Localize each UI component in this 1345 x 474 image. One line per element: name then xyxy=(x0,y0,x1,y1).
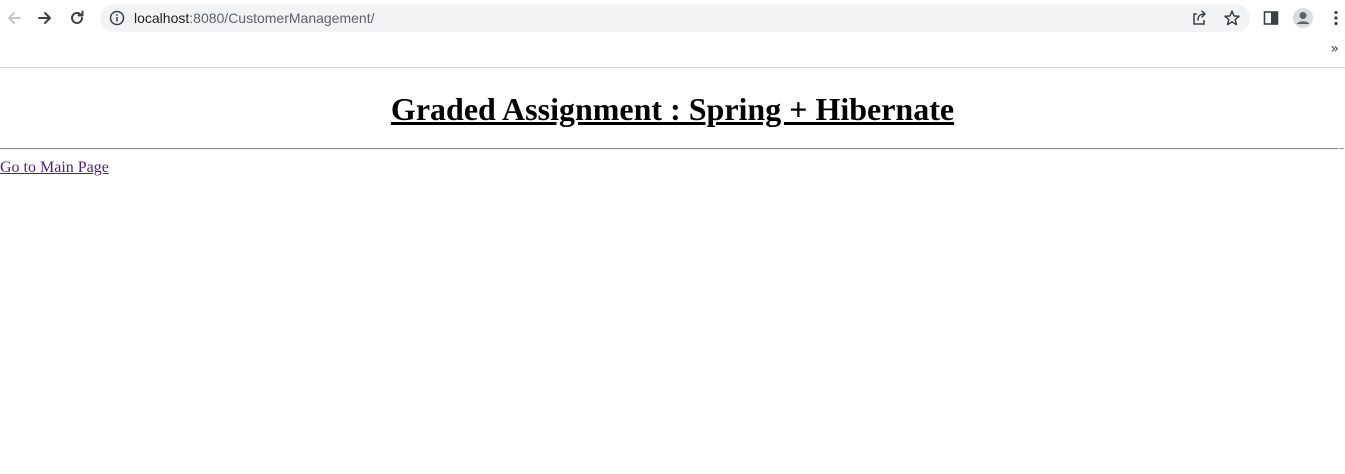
side-panel-button[interactable] xyxy=(1258,5,1284,31)
reload-button[interactable] xyxy=(64,5,90,31)
arrow-right-icon xyxy=(38,12,51,24)
page-title: Graded Assignment : Spring + Hibernate xyxy=(390,91,955,127)
url-host: localhost xyxy=(134,10,190,26)
url-path: :8080/CustomerManagement/ xyxy=(189,10,375,26)
menu-button[interactable] xyxy=(1323,5,1345,31)
bookmarks-bar: » xyxy=(0,36,1345,68)
star-icon xyxy=(1224,10,1240,26)
info-icon[interactable] xyxy=(109,10,125,26)
bookmarks-overflow-chevron[interactable]: » xyxy=(1330,41,1339,57)
reload-icon xyxy=(71,10,84,24)
page-content: Graded Assignment : Spring + Hibernate G… xyxy=(0,69,1345,474)
share-button[interactable] xyxy=(1190,9,1208,27)
divider xyxy=(0,148,1338,150)
side-panel-icon xyxy=(1263,11,1279,25)
browser-toolbar: localhost:8080/CustomerManagement/ xyxy=(0,0,1345,36)
main-page-link[interactable]: Go to Main Page xyxy=(0,158,109,178)
kebab-menu-icon xyxy=(1334,10,1338,26)
back-button[interactable] xyxy=(1,5,27,31)
profile-icon xyxy=(1293,8,1313,28)
forward-button[interactable] xyxy=(32,5,58,31)
bookmark-star-button[interactable] xyxy=(1223,9,1241,27)
scrollbar-edge-mark xyxy=(1339,148,1344,149)
profile-button[interactable] xyxy=(1290,5,1316,31)
arrow-left-icon xyxy=(8,12,21,24)
share-icon xyxy=(1193,10,1206,25)
address-bar[interactable]: localhost:8080/CustomerManagement/ xyxy=(100,4,1250,32)
url-text[interactable]: localhost:8080/CustomerManagement/ xyxy=(134,4,374,32)
